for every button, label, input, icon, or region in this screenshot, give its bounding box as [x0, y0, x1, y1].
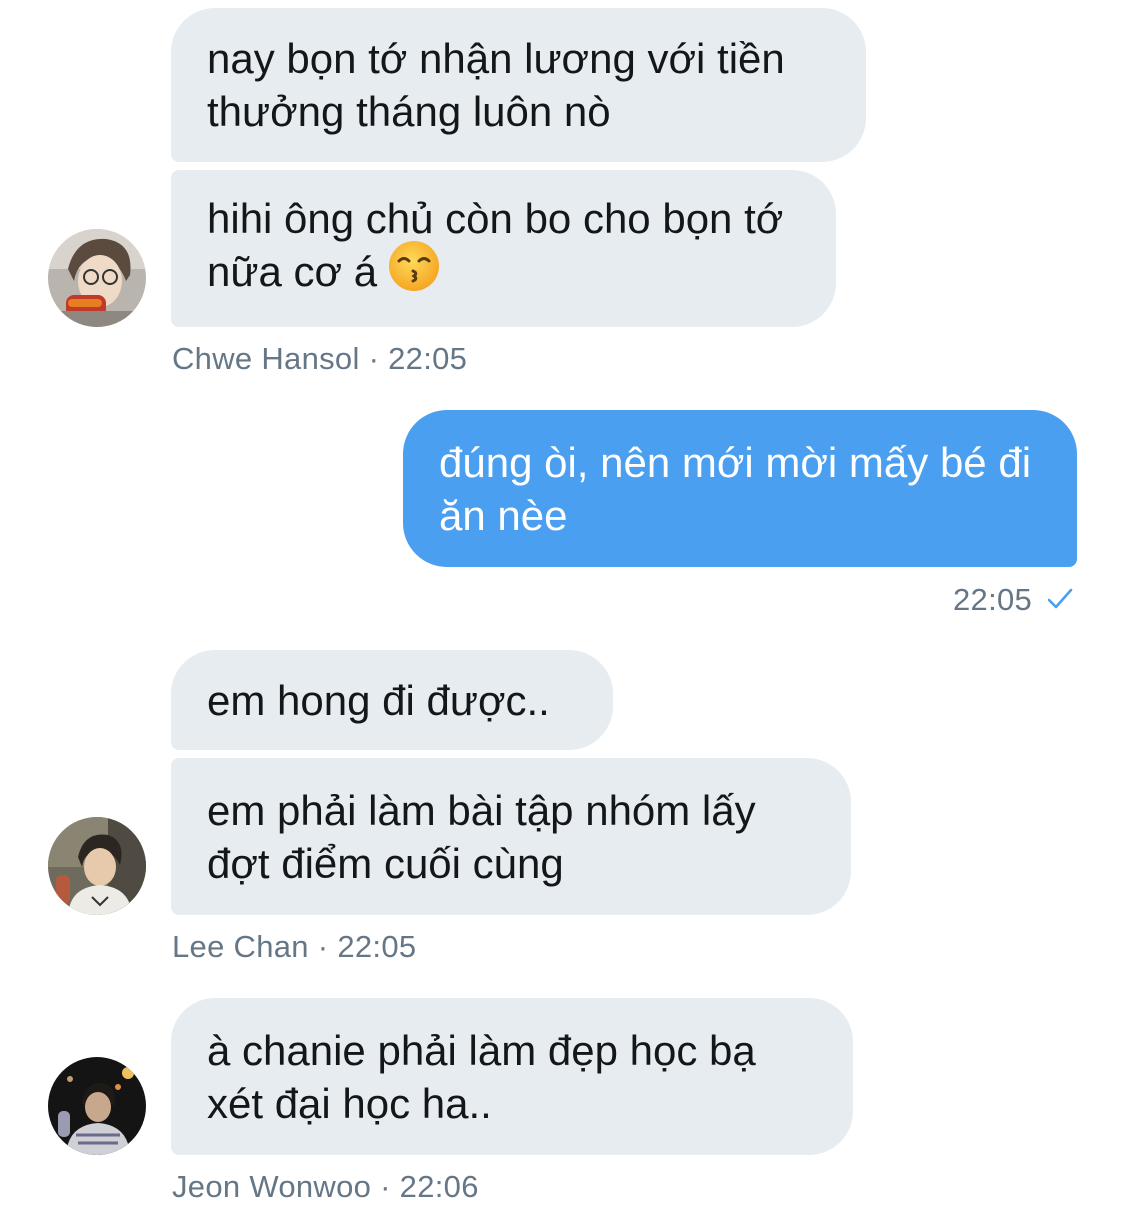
message-time: 22:05: [388, 341, 468, 376]
avatar-jeon-wonwoo[interactable]: [48, 1057, 146, 1155]
message-text: à chanie phải làm đẹp học bạ xét đại học…: [207, 1026, 756, 1127]
meta-separator: ·: [317, 929, 329, 964]
message-time: 22:05: [337, 929, 417, 964]
message-bubble[interactable]: em hong đi được..: [171, 650, 613, 750]
message-time: 22:06: [399, 1169, 479, 1204]
message-text: nay bọn tớ nhận lương với tiền thưởng th…: [207, 35, 785, 135]
meta-separator: ·: [368, 341, 380, 376]
meta-separator: ·: [380, 1169, 391, 1204]
sender-name[interactable]: Chwe Hansol: [172, 341, 360, 376]
sender-name[interactable]: Lee Chan: [172, 929, 309, 964]
message-text: hihi ông chủ còn bo cho bọn tớ nữa cơ á: [207, 192, 800, 305]
message-meta: 22:05: [953, 582, 1073, 618]
message-text: em phải làm bài tập nhóm lấy đợt điểm cu…: [207, 786, 756, 887]
kissing-face-emoji: [387, 239, 441, 305]
message-text: đúng òi, nên mới mời mấy bé đi ăn nèe: [439, 438, 1032, 539]
message-bubble[interactable]: hihi ông chủ còn bo cho bọn tớ nữa cơ á: [171, 170, 836, 327]
message-meta: Lee Chan · 22:05: [172, 929, 416, 965]
message-bubble[interactable]: à chanie phải làm đẹp học bạ xét đại học…: [171, 998, 853, 1155]
sender-name[interactable]: Jeon Wonwoo: [172, 1169, 371, 1204]
avatar-chwe-hansol[interactable]: [48, 229, 146, 327]
message-text: em hong đi được..: [207, 676, 550, 724]
checkmark-icon: [1047, 582, 1073, 618]
avatar-lee-chan[interactable]: [48, 817, 146, 915]
message-time: 22:05: [953, 582, 1033, 617]
message-bubble-own[interactable]: đúng òi, nên mới mời mấy bé đi ăn nèe: [403, 410, 1077, 567]
message-bubble[interactable]: em phải làm bài tập nhóm lấy đợt điểm cu…: [171, 758, 851, 915]
message-meta: Jeon Wonwoo · 22:06: [172, 1169, 479, 1205]
message-bubble[interactable]: nay bọn tớ nhận lương với tiền thưởng th…: [171, 8, 866, 162]
message-meta: Chwe Hansol · 22:05: [172, 341, 467, 377]
